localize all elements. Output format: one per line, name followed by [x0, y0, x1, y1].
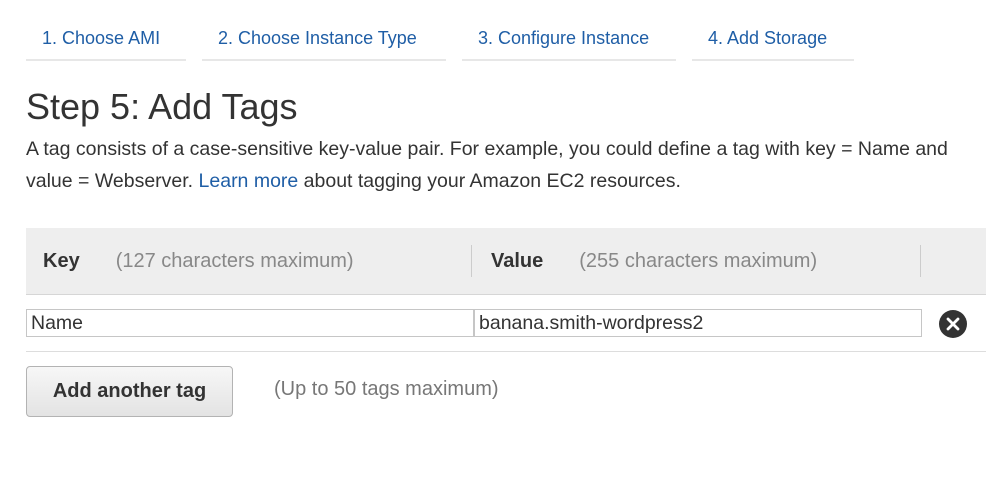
tag-value-input[interactable]	[474, 309, 922, 337]
table-row	[26, 295, 986, 352]
close-x-glyph	[946, 317, 960, 331]
description-text-after: about tagging your Amazon EC2 resources.	[303, 170, 681, 192]
wizard-steps: 1. Choose AMI 2. Choose Instance Type 3.…	[26, 20, 854, 61]
key-header-label: Key	[43, 249, 80, 272]
learn-more-link[interactable]: Learn more	[199, 170, 299, 192]
key-column-header: Key (127 characters maximum)	[26, 228, 471, 294]
table-header: Key (127 characters maximum) Value (255 …	[26, 228, 986, 295]
tab-choose-instance-type[interactable]: 2. Choose Instance Type	[202, 20, 446, 61]
column-divider	[920, 245, 921, 277]
column-divider	[471, 245, 472, 277]
value-header-label: Value	[491, 249, 544, 272]
value-column-header: Value (255 characters maximum)	[474, 228, 920, 294]
tag-key-input[interactable]	[26, 309, 474, 337]
tags-table: Key (127 characters maximum) Value (255 …	[26, 228, 986, 352]
key-header-hint: (127 characters maximum)	[115, 249, 354, 272]
value-header-hint: (255 characters maximum)	[579, 249, 818, 272]
close-circle-icon[interactable]	[939, 310, 967, 338]
tab-choose-ami[interactable]: 1. Choose AMI	[26, 20, 186, 61]
tag-limit-note: (Up to 50 tags maximum)	[274, 378, 499, 400]
tab-add-storage[interactable]: 4. Add Storage	[692, 20, 854, 61]
page-title: Step 5: Add Tags	[26, 86, 298, 127]
page-description: A tag consists of a case-sensitive key-v…	[26, 133, 986, 197]
tab-configure-instance[interactable]: 3. Configure Instance	[462, 20, 676, 61]
add-another-tag-button[interactable]: Add another tag	[26, 366, 233, 417]
